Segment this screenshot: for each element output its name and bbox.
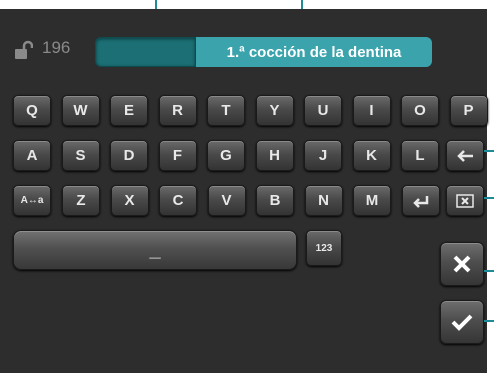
key-c[interactable]: C xyxy=(159,185,197,216)
clear-key[interactable] xyxy=(446,185,484,216)
numeric-toggle-key[interactable]: 123 xyxy=(306,230,342,266)
key-label: F xyxy=(172,147,183,164)
key-z[interactable]: Z xyxy=(62,185,100,216)
key-d[interactable]: D xyxy=(110,140,148,171)
key-label: I xyxy=(369,102,374,119)
key-a[interactable]: A xyxy=(13,140,51,171)
key-h[interactable]: H xyxy=(255,140,294,171)
key-label: Q xyxy=(26,102,38,119)
key-label: R xyxy=(172,102,183,119)
clear-box-icon xyxy=(456,193,474,208)
cancel-button[interactable] xyxy=(440,242,484,286)
text-input-field[interactable] xyxy=(95,37,196,67)
key-y[interactable]: Y xyxy=(255,95,294,126)
callout-line-confirm xyxy=(484,320,494,322)
key-m[interactable]: M xyxy=(353,185,391,216)
callout-line-backspace xyxy=(484,150,494,152)
case-toggle-label: A↔a xyxy=(20,195,44,206)
key-n[interactable]: N xyxy=(304,185,343,216)
key-label: Z xyxy=(76,192,86,209)
callout-line-cancel xyxy=(484,270,494,272)
program-title: 1.ª cocción de la dentina xyxy=(196,37,432,67)
numeric-toggle-label: 123 xyxy=(315,242,333,254)
key-label: E xyxy=(123,102,134,119)
key-w[interactable]: W xyxy=(61,95,100,126)
key-label: N xyxy=(318,192,329,209)
key-label: Y xyxy=(269,102,280,119)
key-f[interactable]: F xyxy=(158,140,197,171)
key-label: W xyxy=(73,102,88,119)
key-i[interactable]: I xyxy=(352,95,391,126)
key-label: L xyxy=(415,147,425,164)
key-label: M xyxy=(365,192,379,209)
key-x[interactable]: X xyxy=(110,185,149,216)
key-label: H xyxy=(269,147,280,164)
key-label: G xyxy=(220,147,232,164)
key-b[interactable]: B xyxy=(256,185,294,216)
key-s[interactable]: S xyxy=(61,140,100,171)
unlock-icon xyxy=(15,40,33,59)
key-label: V xyxy=(221,192,232,209)
key-label: K xyxy=(366,147,377,164)
space-key[interactable]: _ xyxy=(13,230,297,270)
key-label: P xyxy=(463,102,474,119)
enter-key[interactable] xyxy=(402,185,440,216)
key-g[interactable]: G xyxy=(207,140,245,171)
callout-line-clear xyxy=(484,197,494,199)
key-label: X xyxy=(124,192,135,209)
key-label: B xyxy=(269,192,281,209)
key-q[interactable]: Q xyxy=(13,95,51,126)
key-l[interactable]: L xyxy=(401,140,439,171)
key-label: J xyxy=(318,147,328,164)
key-r[interactable]: R xyxy=(158,95,197,126)
key-t[interactable]: T xyxy=(207,95,245,126)
key-label: T xyxy=(221,102,231,119)
key-v[interactable]: V xyxy=(207,185,246,216)
x-icon xyxy=(453,255,471,273)
key-j[interactable]: J xyxy=(304,140,342,171)
key-label: S xyxy=(75,147,86,164)
arrow-left-icon xyxy=(457,149,473,162)
check-icon xyxy=(451,314,473,331)
confirm-button[interactable] xyxy=(440,300,484,344)
key-label: D xyxy=(123,147,135,164)
key-u[interactable]: U xyxy=(304,95,342,126)
key-o[interactable]: O xyxy=(401,95,439,126)
enter-icon xyxy=(413,195,429,208)
key-label: U xyxy=(317,102,329,119)
key-e[interactable]: E xyxy=(110,95,148,126)
key-label: C xyxy=(172,192,184,209)
key-label: A xyxy=(26,147,38,164)
key-label: O xyxy=(414,102,426,119)
key-p[interactable]: P xyxy=(449,95,488,126)
backspace-key[interactable] xyxy=(446,140,484,171)
program-number: 196 xyxy=(42,38,71,57)
key-k[interactable]: K xyxy=(352,140,391,171)
case-toggle-key[interactable]: A↔a xyxy=(13,185,51,216)
space-key-label: _ xyxy=(149,238,161,261)
